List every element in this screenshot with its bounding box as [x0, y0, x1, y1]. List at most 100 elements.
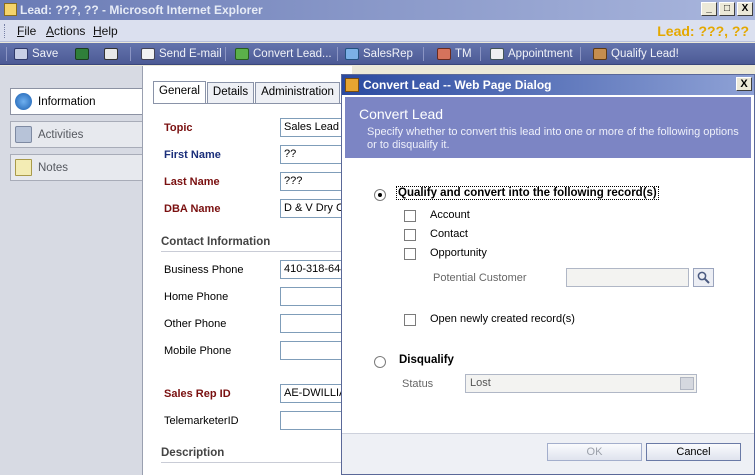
toolbar-separator — [423, 47, 424, 61]
tab-details[interactable]: Details — [206, 82, 255, 103]
dba-name-label: DBA Name — [164, 203, 221, 215]
business-phone-field[interactable]: 410-318-644 — [280, 260, 350, 279]
dialog-app-icon — [345, 78, 359, 92]
nav-notes[interactable]: Notes — [10, 154, 142, 181]
status-value: Lost — [470, 377, 491, 389]
section-divider — [161, 462, 353, 463]
potential-customer-field[interactable] — [566, 268, 689, 287]
tab-general[interactable]: General — [153, 81, 206, 103]
qualify-label[interactable]: Qualify and convert into the following r… — [396, 186, 659, 200]
lookup-button[interactable] — [693, 268, 714, 287]
salesrep-button[interactable]: SalesRep — [345, 46, 413, 62]
information-icon — [15, 93, 32, 110]
close-window-button[interactable]: X — [737, 2, 753, 16]
toolbar-separator — [480, 47, 481, 61]
mobile-phone-field[interactable] — [280, 341, 350, 360]
status-label: Status — [402, 378, 434, 390]
contact-checkbox[interactable] — [404, 229, 416, 241]
disqualify-radio[interactable] — [374, 356, 386, 368]
email-icon — [141, 48, 155, 60]
dba-name-field[interactable]: D & V Dry Cle — [280, 199, 350, 218]
first-name-field[interactable]: ?? — [280, 145, 350, 164]
menu-bar: File Actions Help Lead: ???, ?? — [0, 20, 755, 42]
window-title: Lead: ???, ?? - Microsoft Internet Explo… — [20, 3, 263, 17]
menu-help[interactable]: Help — [93, 24, 118, 38]
last-name-field[interactable]: ??? — [280, 172, 350, 191]
opportunity-label[interactable]: Opportunity — [430, 247, 487, 259]
nav-activities[interactable]: Activities — [10, 121, 142, 148]
magnifier-icon — [697, 271, 710, 284]
dialog-title: Convert Lead -- Web Page Dialog — [363, 78, 552, 92]
left-navigation: Information Activities Notes — [0, 66, 142, 475]
dropdown-arrow-icon — [680, 377, 694, 390]
convert-icon — [235, 48, 249, 60]
toolbar-grip — [6, 47, 7, 61]
qualify-radio[interactable] — [374, 189, 386, 201]
menu-actions[interactable]: Actions — [46, 24, 85, 38]
mobile-phone-label: Mobile Phone — [164, 345, 232, 357]
description-heading: Description — [161, 447, 225, 459]
save-button[interactable]: Save — [14, 46, 58, 62]
other-phone-field[interactable] — [280, 314, 350, 333]
save-icon — [14, 48, 28, 60]
nav-information[interactable]: Information — [10, 88, 142, 115]
home-phone-label: Home Phone — [164, 291, 229, 303]
ie-app-icon — [4, 3, 17, 16]
form-tabs: General Details Administration — [153, 81, 341, 103]
save-and-close-button[interactable] — [75, 46, 89, 62]
dialog-instructions: Specify whether to convert this lead int… — [367, 126, 739, 151]
contact-information-heading: Contact Information — [161, 236, 271, 248]
sales-rep-id-field[interactable]: AE-DWILLIAI — [280, 384, 350, 403]
calendar-icon — [490, 48, 504, 60]
maximize-button[interactable]: □ — [719, 2, 735, 16]
open-records-checkbox[interactable] — [404, 314, 416, 326]
menu-grip — [4, 24, 7, 38]
telemarketer-id-field[interactable] — [280, 411, 350, 430]
tm-button[interactable]: TM — [437, 46, 472, 62]
dialog-heading: Convert Lead — [359, 106, 444, 122]
tab-divider — [153, 103, 353, 104]
printer-icon — [104, 48, 118, 60]
ok-button[interactable]: OK — [547, 443, 642, 461]
status-select[interactable]: Lost — [465, 374, 697, 393]
account-label[interactable]: Account — [430, 209, 470, 221]
dialog-footer: OK Cancel — [342, 433, 754, 474]
toolbar-separator — [580, 47, 581, 61]
convert-lead-dialog: Convert Lead -- Web Page Dialog X Conver… — [341, 74, 755, 475]
cancel-button[interactable]: Cancel — [646, 443, 741, 461]
opportunity-checkbox[interactable] — [404, 248, 416, 260]
disqualify-label[interactable]: Disqualify — [399, 354, 454, 366]
section-divider — [161, 251, 353, 252]
toolbar: Save Send E-mail Convert Lead... SalesRe… — [0, 43, 755, 65]
topic-field[interactable]: Sales Lead — [280, 118, 350, 137]
open-records-label[interactable]: Open newly created record(s) — [430, 313, 575, 325]
toolbar-separator — [225, 47, 226, 61]
minimize-button[interactable]: _ — [701, 2, 717, 16]
qualify-icon — [593, 48, 607, 60]
save-close-icon — [75, 48, 89, 60]
tm-icon — [437, 48, 451, 60]
business-phone-label: Business Phone — [164, 264, 244, 276]
send-email-button[interactable]: Send E-mail — [141, 46, 222, 62]
dialog-close-button[interactable]: X — [736, 77, 752, 91]
qualify-lead-button[interactable]: Qualify Lead! — [593, 46, 679, 62]
tab-administration[interactable]: Administration — [255, 82, 340, 103]
activities-icon — [15, 126, 32, 143]
notes-icon — [15, 159, 32, 176]
last-name-label: Last Name — [164, 176, 220, 188]
print-button[interactable] — [104, 46, 118, 62]
window-controls: _ □ X — [701, 2, 753, 16]
home-phone-field[interactable] — [280, 287, 350, 306]
other-phone-label: Other Phone — [164, 318, 227, 330]
topic-label: Topic — [164, 122, 193, 134]
record-title: Lead: ???, ?? — [657, 23, 749, 39]
telemarketer-id-label: TelemarketerID — [164, 415, 239, 427]
toolbar-separator — [337, 47, 338, 61]
appointment-button[interactable]: Appointment — [490, 46, 573, 62]
convert-lead-button[interactable]: Convert Lead... — [235, 46, 332, 62]
dialog-titlebar: Convert Lead -- Web Page Dialog X — [342, 75, 754, 95]
account-checkbox[interactable] — [404, 210, 416, 222]
sales-rep-id-label: Sales Rep ID — [164, 388, 231, 400]
contact-label[interactable]: Contact — [430, 228, 468, 240]
menu-file[interactable]: File — [17, 24, 36, 38]
